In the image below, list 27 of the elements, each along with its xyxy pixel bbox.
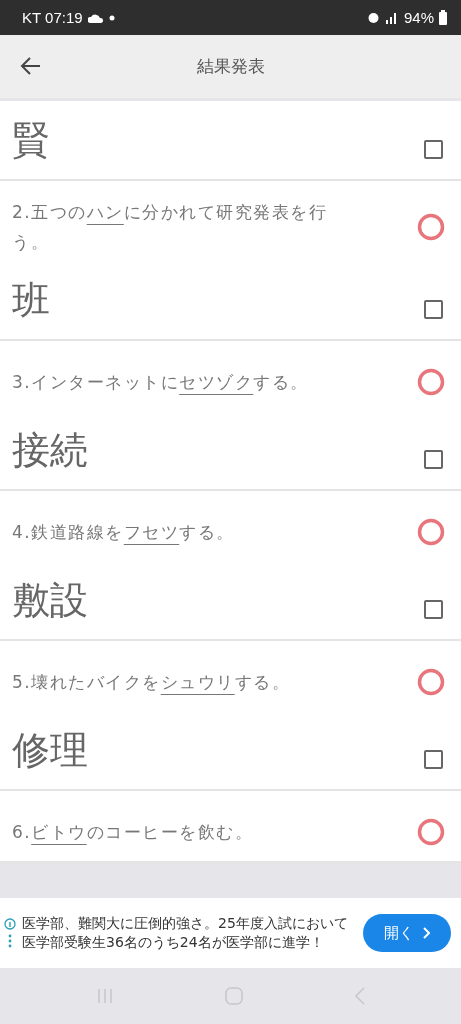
signal-icon: [384, 11, 399, 24]
open-button[interactable]: 開く: [363, 914, 451, 952]
status-time: KT 07:19: [22, 9, 83, 26]
battery-percent: 94%: [403, 9, 434, 26]
notification-dot-icon: [108, 14, 115, 21]
battery-icon: [439, 10, 447, 25]
back-arrow-icon[interactable]: [20, 56, 42, 76]
checkbox[interactable]: [424, 599, 443, 619]
ad-text: 医学部、難関大に圧倒的強さ。25年度入試において医学部受験生36名のうち24名が医学部に進学！: [22, 914, 349, 952]
info-icon[interactable]: [4, 916, 16, 950]
checkbox[interactable]: [424, 449, 443, 469]
checkbox[interactable]: [424, 299, 443, 319]
question-text: 2.五つのハン に分かれて研究発表を行う。: [12, 201, 329, 254]
answer-kanji: 修理: [12, 726, 88, 774]
cloud-icon: [87, 12, 104, 23]
question-text: 6.ビトウのコーヒーを飲む。: [12, 821, 254, 844]
question-text: 5.壊れたバイクを シュウリ する。: [12, 671, 291, 694]
chevron-right-icon: [422, 927, 430, 939]
question-text: 3.インターネットにセツゾクする。: [12, 371, 309, 394]
checkbox[interactable]: [424, 749, 443, 769]
answer-kanji: 敷設: [12, 576, 88, 624]
checkbox[interactable]: [424, 139, 443, 159]
answer-kanji: 班: [12, 276, 50, 324]
answer-kanji: 賢: [12, 116, 50, 164]
page-title: 結果発表: [196, 55, 265, 78]
question-text: 4.鉄道路線を フセツする。: [12, 521, 235, 544]
answer-kanji: 接続: [12, 426, 88, 474]
